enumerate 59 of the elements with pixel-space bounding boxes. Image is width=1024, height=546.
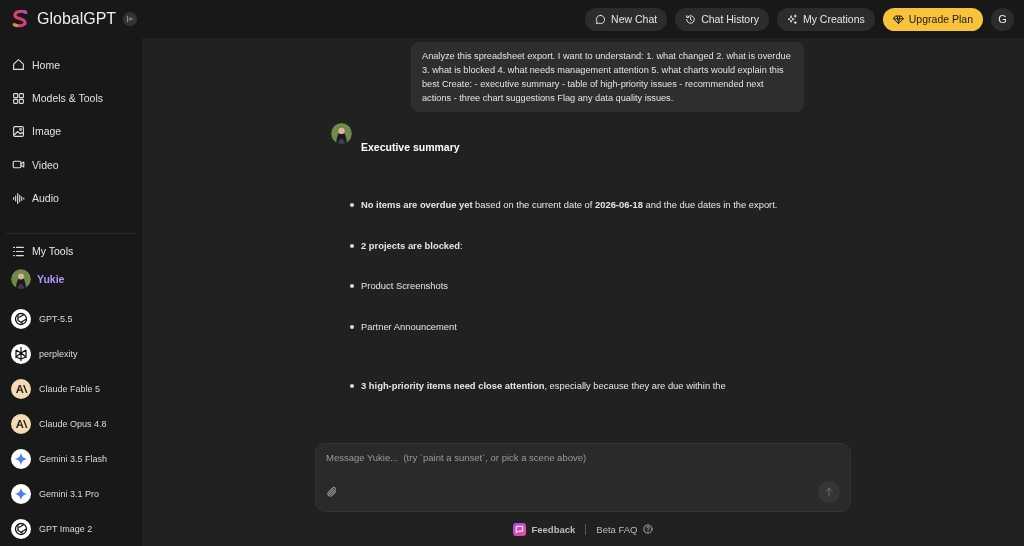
sparkle-icon xyxy=(786,13,798,25)
sidebar-nav-item[interactable]: Home xyxy=(6,48,136,82)
bullet-dot xyxy=(350,284,354,288)
home-icon xyxy=(12,58,25,72)
bullet-text: 3 high-priority items need close attention, especially because they are due within the xyxy=(361,379,726,393)
model-item[interactable]: Gemini 3.1 Pro xyxy=(6,476,136,512)
paperclip-icon xyxy=(326,486,338,498)
model-item[interactable]: Gemini 3.5 Flash xyxy=(6,441,136,477)
upgrade-button[interactable]: Upgrade Plan xyxy=(882,7,983,31)
bullet-text: Partner Announcement xyxy=(361,319,457,334)
knot-logo-icon xyxy=(11,308,31,329)
beta-faq-link[interactable]: Beta FAQ xyxy=(596,523,653,535)
bullet-dot xyxy=(350,324,354,329)
my-tools-item[interactable]: My Tools xyxy=(6,237,136,265)
avatar-icon xyxy=(331,123,352,144)
sidebar-nav-item[interactable]: Image xyxy=(6,114,136,149)
peaks-logo-icon xyxy=(11,378,31,399)
model-item[interactable]: GPT Image 2 xyxy=(6,511,136,546)
model-item[interactable]: Claude Fable 5 xyxy=(6,371,136,407)
bullet-text: 2 projects are blocked: xyxy=(361,238,463,253)
model-item[interactable]: perplexity xyxy=(6,336,136,372)
arrow-up-icon xyxy=(824,487,834,497)
feedback-icon xyxy=(513,522,527,536)
feedback-link[interactable]: Feedback xyxy=(513,522,576,536)
user-message: Analyze this spreadsheet export. I want to understand: 1. what changed 2. what is overdue 3. what is blocked 4. what needs management attention 5. what charts would explain this best Create: - executive summary - table of high-priority issues - recommended next actions - three chart suggestions Flag any data quality issues. xyxy=(411,42,804,112)
message-input[interactable]: Message Yukie... (try `paint a sunset`, or pick a scene above) xyxy=(326,452,840,463)
bullet-dot xyxy=(350,243,354,248)
bullet-dot xyxy=(350,384,354,388)
diamond-icon xyxy=(892,13,904,25)
history-icon xyxy=(685,13,697,25)
sidebar-nav-item[interactable]: Audio xyxy=(6,181,136,215)
burst-logo-icon xyxy=(11,343,31,364)
image-icon xyxy=(12,124,25,138)
header-button[interactable]: New Chat xyxy=(585,7,668,31)
help-icon xyxy=(642,524,653,534)
attach-button[interactable] xyxy=(326,486,338,498)
waveform-icon xyxy=(12,191,25,205)
avatar-icon xyxy=(11,268,31,289)
sidebar-nav-item[interactable]: Video xyxy=(6,148,136,182)
knot-logo-icon xyxy=(11,518,31,539)
bullet-text: No items are overdue yet based on the current date of 2026-06-18 and the due dates in the export. xyxy=(361,198,778,212)
account-avatar-button[interactable]: G xyxy=(991,7,1014,31)
model-item[interactable]: GPT-5.5 xyxy=(6,301,136,337)
chat-bubble-icon xyxy=(595,13,607,25)
header-button[interactable]: Chat History xyxy=(675,7,769,31)
sidebar-nav-item[interactable]: Models & Tools xyxy=(6,81,136,115)
collapse-sidebar-button[interactable] xyxy=(123,12,138,26)
reply-heading: Executive summary xyxy=(361,141,461,153)
peaks-logo-icon xyxy=(11,413,31,434)
collapse-icon xyxy=(126,15,135,23)
logo-icon xyxy=(10,9,30,29)
active-bot-item[interactable]: Yukie xyxy=(6,264,136,294)
grid-icon xyxy=(12,91,25,105)
header-button[interactable]: My Creations xyxy=(776,7,875,31)
app-name: GlobalGPT xyxy=(37,10,117,28)
list-icon xyxy=(12,244,25,258)
bullet-text: Product Screenshots xyxy=(361,279,449,293)
bullet-dot xyxy=(350,203,354,207)
model-item[interactable]: Claude Opus 4.8 xyxy=(6,406,136,442)
